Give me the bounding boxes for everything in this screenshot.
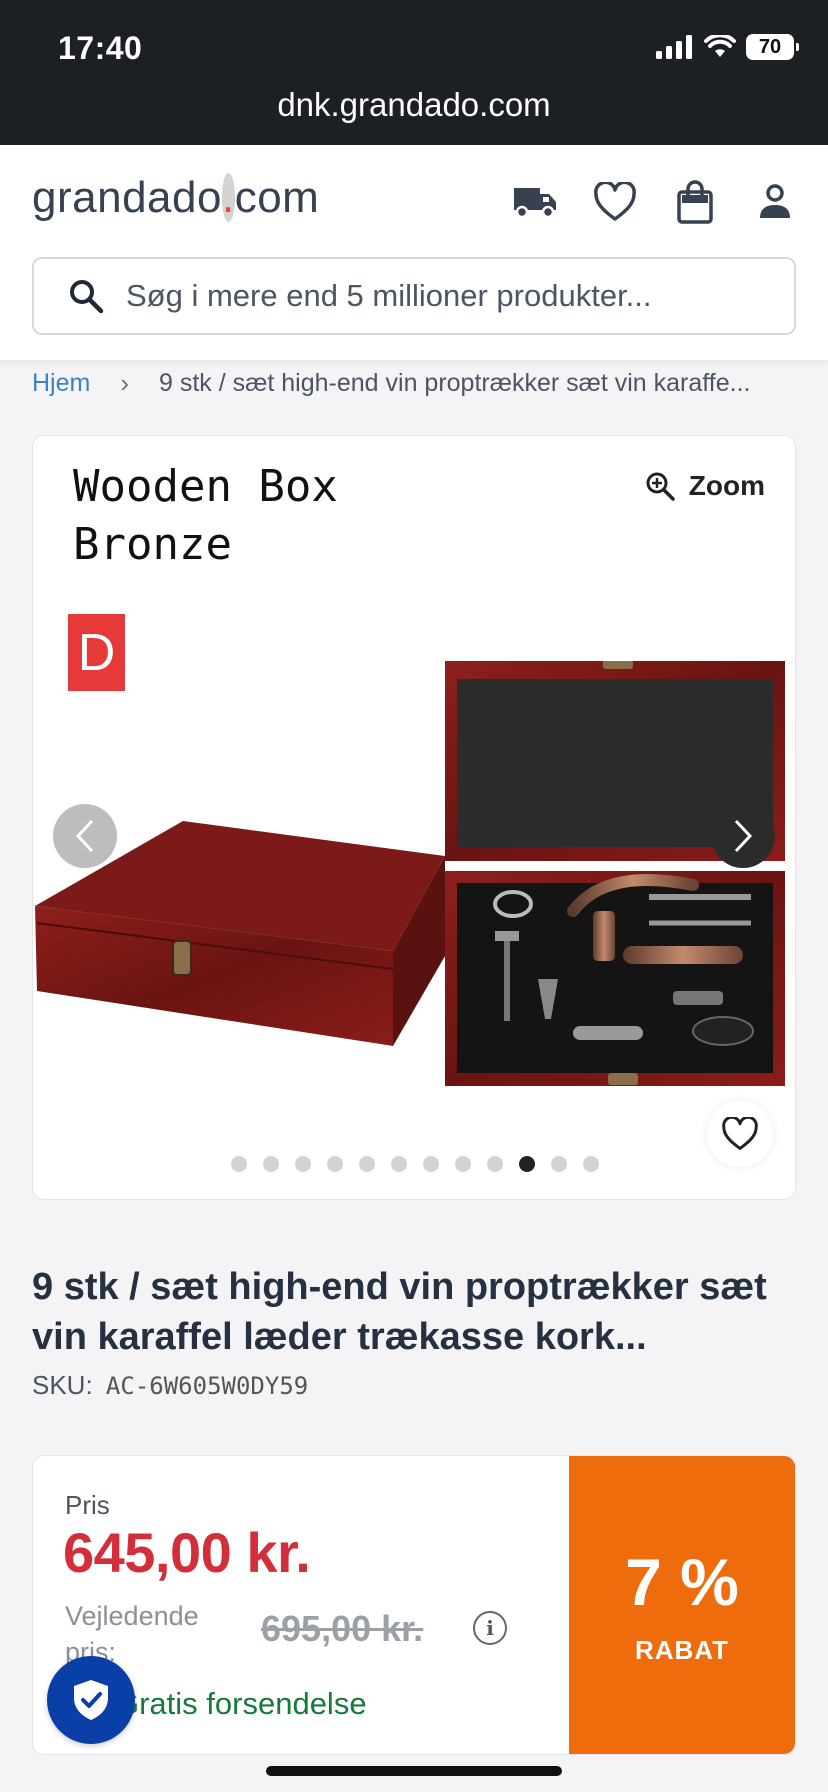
sku-label: SKU: (32, 1370, 93, 1400)
sku: SKU: AC-6W605W0DY59 (32, 1370, 308, 1401)
zoom-label: Zoom (688, 470, 765, 501)
zoom-in-icon (646, 472, 675, 501)
pagination-dot[interactable] (455, 1156, 471, 1172)
status-icons: 70 (656, 34, 799, 60)
info-icon[interactable]: i (473, 1611, 507, 1645)
pagination-dot[interactable] (391, 1156, 407, 1172)
next-image-button[interactable] (711, 804, 775, 868)
discount-badge: 7 % RABAT (569, 1456, 795, 1754)
breadcrumb-current: 9 stk / sæt high-end vin proptrækker sæt… (159, 369, 751, 397)
header-icons (512, 179, 798, 225)
search-box[interactable] (32, 257, 796, 335)
product-gallery: Wooden Box Bronze Zoom D (32, 435, 796, 1200)
chevron-left-icon (75, 819, 94, 853)
url-bar[interactable]: dnk.grandado.com (0, 86, 828, 124)
truck-icon[interactable] (512, 179, 558, 225)
image-caption-line-2: Bronze (73, 519, 232, 570)
breadcrumb: Hjem › 9 stk / sæt high-end vin proptræk… (32, 368, 802, 399)
open-box (445, 661, 785, 1086)
user-icon[interactable] (752, 179, 798, 225)
shield-check-icon (74, 1680, 108, 1720)
site-header: grandado.com (0, 145, 828, 360)
free-shipping: Gratis forsendelse (115, 1686, 367, 1721)
status-time: 17:40 (58, 30, 143, 66)
logo-text: grandado (32, 173, 222, 222)
home-indicator (266, 1766, 562, 1776)
discount-percent: 7 % (625, 1544, 739, 1619)
shopping-bag-icon[interactable] (672, 179, 718, 225)
search-icon (70, 280, 104, 314)
image-pagination (33, 1156, 795, 1172)
previous-image-button[interactable] (53, 804, 117, 868)
pagination-dot[interactable] (583, 1156, 599, 1172)
heart-icon (722, 1117, 758, 1150)
pagination-dot[interactable] (487, 1156, 503, 1172)
signal-icon (656, 35, 692, 59)
pagination-dot[interactable] (551, 1156, 567, 1172)
chevron-right-icon (734, 819, 753, 853)
price-label: Pris (65, 1490, 110, 1520)
pagination-dot[interactable] (423, 1156, 439, 1172)
wifi-icon (704, 35, 736, 57)
product-title: 9 stk / sæt high-end vin proptrækker sæt… (32, 1266, 767, 1358)
pagination-dot[interactable] (327, 1156, 343, 1172)
pagination-dot[interactable] (295, 1156, 311, 1172)
image-caption-line-1: Wooden Box (73, 461, 338, 512)
trust-shield-button[interactable] (47, 1656, 135, 1744)
logo-domain: com (234, 173, 320, 222)
pagination-dot[interactable] (231, 1156, 247, 1172)
sku-value: AC-6W605W0DY59 (105, 1372, 309, 1400)
pagination-dot[interactable] (263, 1156, 279, 1172)
price-box: Pris 645,00 kr. Vejledende pris: 695,00 … (32, 1455, 796, 1755)
price: 645,00 kr. (63, 1521, 311, 1584)
logo-dot: . (221, 173, 235, 222)
image-caption: Wooden Box Bronze (73, 458, 338, 574)
discount-label: RABAT (634, 1634, 730, 1665)
heart-icon[interactable] (592, 179, 638, 225)
product-image[interactable] (33, 661, 796, 1091)
status-bar: 17:40 70 dnk.grandado.com (0, 0, 828, 145)
pagination-dot[interactable] (359, 1156, 375, 1172)
rrp-price: 695,00 kr. (261, 1608, 424, 1649)
breadcrumb-home[interactable]: Hjem (32, 369, 90, 398)
search-input[interactable] (126, 278, 746, 314)
chevron-right-icon: › (120, 368, 130, 398)
battery-icon: 70 (746, 34, 799, 60)
logo[interactable]: grandado.com (32, 173, 319, 223)
pagination-dot[interactable] (519, 1156, 535, 1172)
zoom-button[interactable]: Zoom (645, 470, 765, 502)
